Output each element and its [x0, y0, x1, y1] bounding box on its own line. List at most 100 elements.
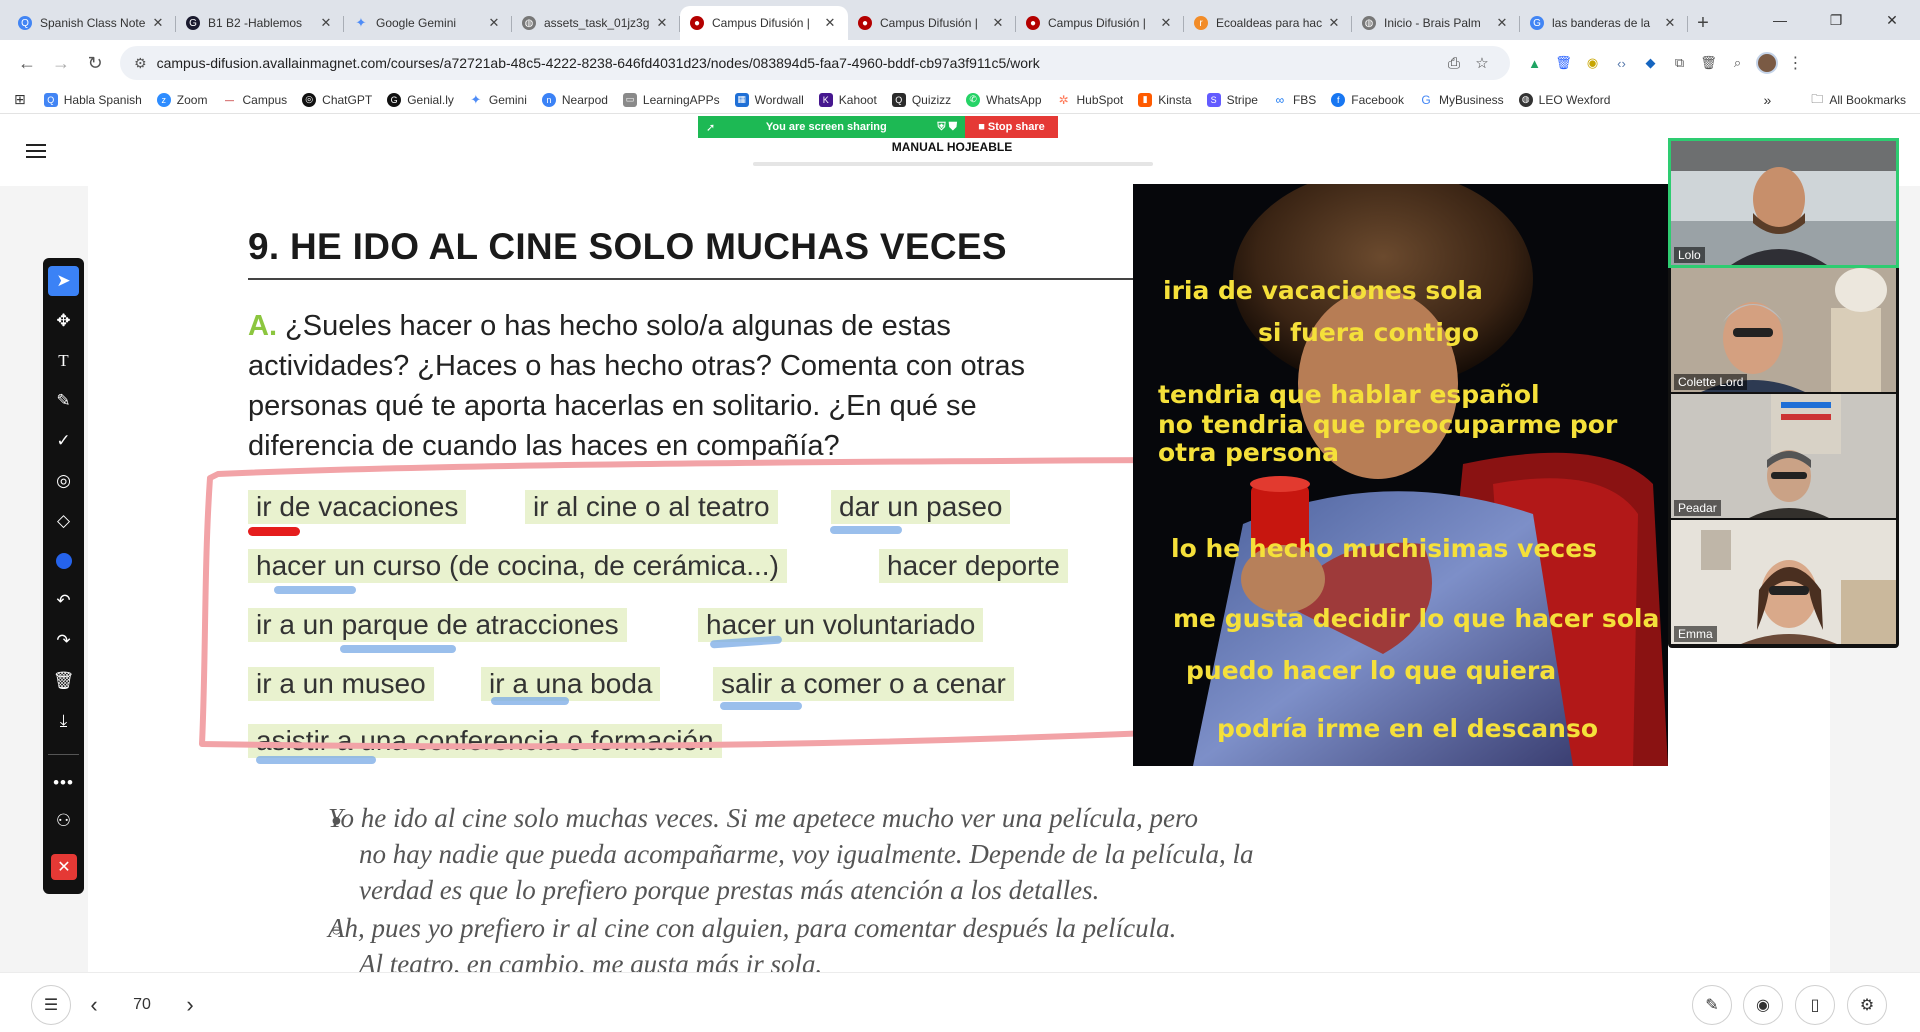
close-icon[interactable]: ✕	[1158, 15, 1174, 31]
participant-name: Lolo	[1674, 247, 1705, 263]
restore-icon[interactable]: ❐	[1808, 0, 1864, 40]
bookmark-zoom[interactable]: z Zoom	[156, 92, 207, 107]
participant-tile[interactable]: Peadar	[1671, 394, 1896, 518]
toolbar-separator	[48, 754, 79, 755]
close-icon[interactable]: ✕	[1662, 15, 1678, 31]
view-eye-button[interactable]: ◉	[1743, 985, 1783, 1025]
apps-grid-icon[interactable]: ⊞	[14, 91, 26, 108]
back-icon[interactable]: ←	[10, 46, 44, 80]
color-picker-icon[interactable]	[48, 546, 79, 576]
close-toolbar-icon[interactable]: ✕	[51, 854, 77, 880]
eraser-icon[interactable]: ◇	[48, 506, 79, 536]
notes-edit-button[interactable]: ✎	[1692, 985, 1732, 1025]
settings-gear-button[interactable]: ⚙	[1847, 985, 1887, 1025]
close-icon[interactable]: ✕	[150, 15, 166, 31]
install-app-icon[interactable]: ⎙	[1440, 55, 1468, 72]
bookmark-learningapps[interactable]: ▭ LearningAPPs	[622, 92, 720, 107]
bookmark-kinsta[interactable]: ▮ Kinsta	[1138, 92, 1192, 107]
site-settings-icon[interactable]: ⚙	[134, 55, 147, 72]
download-icon[interactable]: ⤓	[48, 706, 79, 736]
drive-icon[interactable]: ▲	[1520, 49, 1549, 77]
close-icon[interactable]: ✕	[1494, 15, 1510, 31]
extension-icon[interactable]: ◉	[1578, 49, 1607, 77]
search-tab-icon[interactable]: ⌕	[1723, 49, 1752, 77]
folder-icon[interactable]: 🗀	[1811, 90, 1823, 111]
participant-tile[interactable]: Lolo	[1668, 138, 1899, 268]
bookmark-campus[interactable]: — Campus	[222, 93, 287, 107]
bookmark-genially[interactable]: G Genial.ly	[387, 92, 454, 107]
next-page-icon[interactable]: ›	[178, 985, 202, 1025]
close-icon[interactable]: ✕	[654, 15, 670, 31]
forward-icon[interactable]: →	[44, 46, 78, 80]
delete-icon[interactable]: 🗑	[1694, 49, 1723, 77]
more-icon[interactable]: •••	[48, 768, 79, 798]
select-pointer-icon[interactable]: ➤	[48, 266, 79, 296]
bookmark-hubspot[interactable]: ✲ HubSpot	[1057, 93, 1123, 107]
bookmark-page-button[interactable]: ▯	[1795, 985, 1835, 1025]
undo-icon[interactable]: ↶	[48, 586, 79, 616]
stop-share-button[interactable]: ■ Stop share	[965, 116, 1058, 138]
bookmark-star-icon[interactable]: ☆	[1468, 54, 1496, 72]
bookmark-fbs[interactable]: ∞ FBS	[1273, 93, 1317, 107]
user-settings-icon[interactable]: ⚇	[48, 806, 79, 836]
globe-icon: ◍	[1518, 92, 1533, 107]
bookmark-kahoot[interactable]: K Kahoot	[818, 92, 877, 107]
bookmark-stripe[interactable]: S Stripe	[1206, 92, 1258, 107]
bookmark-whatsapp[interactable]: ✆ WhatsApp	[966, 92, 1042, 107]
more-bookmarks-icon[interactable]: »	[1764, 92, 1772, 108]
browser-tab[interactable]: ✦ Google Gemini ✕	[344, 6, 512, 40]
browser-tab[interactable]: ◍ assets_task_01jz3g ✕	[512, 6, 680, 40]
browser-tab[interactable]: ● Campus Difusión | ✕	[848, 6, 1016, 40]
text-tool-icon[interactable]: T	[48, 346, 79, 376]
minimize-icon[interactable]: —	[1752, 0, 1808, 40]
bookmark-wordwall[interactable]: ▦ Wordwall	[734, 92, 804, 107]
move-icon[interactable]: ✥	[48, 306, 79, 336]
participant-tile[interactable]: Colette Lord	[1671, 268, 1896, 392]
wordwall-icon: ▦	[734, 92, 749, 107]
kinsta-icon: ▮	[1138, 92, 1153, 107]
trash-icon[interactable]: 🗑	[48, 666, 79, 696]
all-bookmarks-link[interactable]: All Bookmarks	[1829, 93, 1906, 107]
new-tab-button[interactable]: +	[1688, 6, 1718, 40]
browser-tab[interactable]: ◍ Inicio - Brais Palm ✕	[1352, 6, 1520, 40]
bookmark-nearpod[interactable]: n Nearpod	[541, 92, 608, 107]
bookmark-gemini[interactable]: ✦ Gemini	[469, 92, 526, 107]
url-text[interactable]: campus-difusion.avallainmagnet.com/cours…	[157, 55, 1440, 71]
browser-tab[interactable]: r Ecoaldeas para hac ✕	[1184, 6, 1352, 40]
profile-avatar[interactable]	[1752, 49, 1781, 77]
table-of-contents-button[interactable]: ☰	[31, 985, 71, 1025]
checkmark-icon[interactable]: ✓	[48, 426, 79, 456]
page-number[interactable]: 70	[120, 985, 164, 1025]
bookmark-mybusiness[interactable]: G MyBusiness	[1419, 93, 1503, 107]
close-icon[interactable]: ✕	[318, 15, 334, 31]
prompt-letter: A.	[248, 310, 277, 342]
tag-extension-icon[interactable]: ◆	[1636, 49, 1665, 77]
participant-tile[interactable]: Emma	[1671, 520, 1896, 644]
browser-tab[interactable]: Glas banderas de la ✕	[1520, 6, 1688, 40]
address-bar[interactable]: ⚙ campus-difusion.avallainmagnet.com/cou…	[120, 46, 1510, 80]
browser-tab[interactable]: ● Campus Difusión | ✕	[1016, 6, 1184, 40]
close-icon[interactable]: ✕	[990, 15, 1006, 31]
reload-icon[interactable]: ↻	[78, 46, 112, 80]
bookmark-quizizz[interactable]: Q Quizizz	[891, 92, 951, 107]
bookmark-habla-spanish[interactable]: Q Habla Spanish	[43, 92, 142, 107]
previous-page-icon[interactable]: ‹	[82, 985, 106, 1025]
close-icon[interactable]: ✕	[1326, 15, 1342, 31]
browser-tab[interactable]: Q Spanish Class Note ✕	[8, 6, 176, 40]
bookmark-leo-wexford[interactable]: ◍ LEO Wexford	[1518, 92, 1610, 107]
browser-tab[interactable]: G B1 B2 -Hablemos ✕	[176, 6, 344, 40]
stamp-icon[interactable]: ◎	[48, 466, 79, 496]
close-icon[interactable]: ✕	[486, 15, 502, 31]
window-close-icon[interactable]: ✕	[1864, 0, 1920, 40]
bookmark-facebook[interactable]: f Facebook	[1331, 92, 1404, 107]
redo-icon[interactable]: ↷	[48, 626, 79, 656]
trash-extension-icon[interactable]: 🗑	[1549, 49, 1578, 77]
puzzle-icon[interactable]: ⧉	[1665, 49, 1694, 77]
browser-tab-active[interactable]: ● Campus Difusión | ✕	[680, 6, 848, 40]
bookmark-chatgpt[interactable]: ◎ ChatGPT	[302, 92, 372, 107]
close-icon[interactable]: ✕	[822, 15, 838, 31]
more-menu-icon[interactable]: ⋮	[1781, 49, 1810, 77]
pen-icon[interactable]: ✎	[48, 386, 79, 416]
code-extension-icon[interactable]: ‹›	[1607, 49, 1636, 77]
gemini-icon: ✦	[355, 15, 367, 30]
